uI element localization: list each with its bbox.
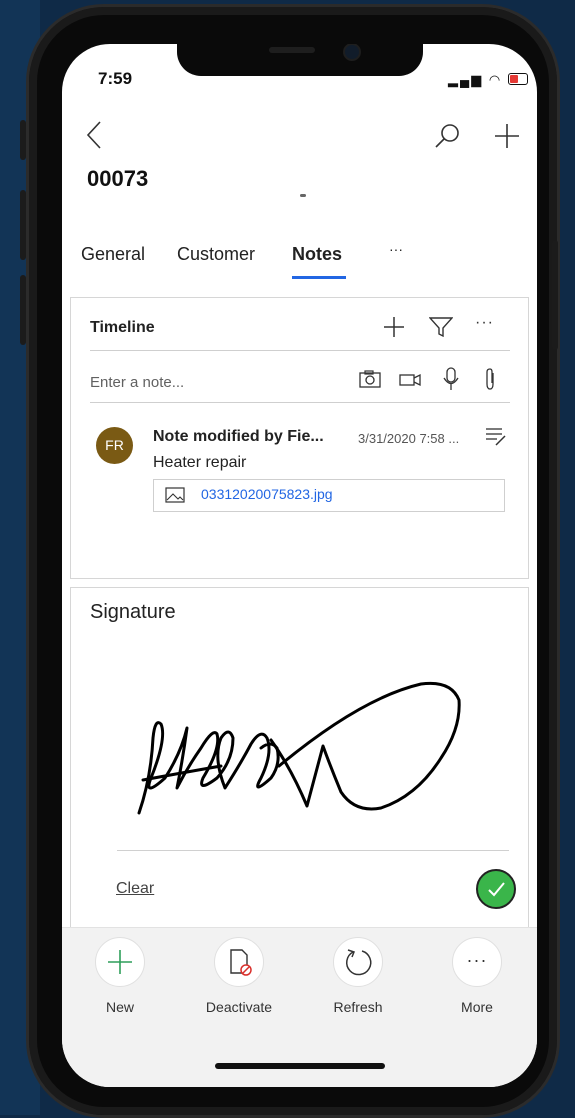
attachment-name: 03312020075823.jpg	[201, 486, 333, 502]
signature-drawing	[137, 681, 461, 815]
deactivate-button[interactable]	[214, 937, 264, 987]
timeline-card: Timeline ··· Enter a note... FR Note mod…	[70, 297, 529, 579]
timeline-add-button[interactable]	[383, 316, 405, 338]
timeline-filter-button[interactable]	[429, 317, 453, 337]
note-body: Heater repair	[153, 454, 247, 471]
battery-icon	[507, 73, 528, 85]
plus-icon	[108, 950, 132, 974]
divider	[90, 350, 510, 351]
plus-icon	[495, 124, 519, 148]
timeline-more-button[interactable]: ···	[475, 314, 494, 332]
phone-volume-up-button	[20, 190, 26, 260]
note-date: 3/31/2020 7:58 ...	[358, 431, 460, 446]
microphone-button[interactable]	[443, 367, 459, 391]
tab-more[interactable]: ···	[389, 241, 403, 257]
note-list-icon	[486, 428, 506, 446]
more-command[interactable]: ··· More	[422, 937, 532, 1015]
new-button[interactable]	[95, 937, 145, 987]
paperclip-icon	[486, 368, 494, 390]
phone-power-button	[552, 240, 558, 350]
search-button[interactable]	[433, 122, 461, 150]
notch	[177, 44, 423, 76]
subtitle-fragment	[300, 194, 306, 197]
attachment-link[interactable]: 03312020075823.jpg	[153, 479, 505, 512]
image-file-icon	[165, 487, 185, 503]
signature-label: Signature	[90, 601, 176, 623]
timeline-title: Timeline	[90, 319, 155, 336]
status-time: 7:59	[98, 69, 133, 88]
tab-notes[interactable]: Notes	[292, 244, 342, 265]
search-icon	[435, 124, 459, 148]
deactivate-label: Deactivate	[205, 999, 273, 1015]
phone-volume-down-button	[20, 275, 26, 345]
app-screen: 7:59 ▂▄▆ ◠ 00073 General Customer Notes …	[62, 44, 537, 1087]
front-camera	[343, 44, 361, 61]
camera-button[interactable]	[359, 370, 381, 388]
deactivate-command[interactable]: Deactivate	[184, 937, 294, 1015]
new-command[interactable]: New	[65, 937, 175, 1015]
new-label: New	[105, 999, 134, 1015]
wifi-icon: ◠	[488, 72, 503, 87]
signature-baseline	[117, 850, 509, 851]
status-icons: ▂▄▆ ◠	[448, 72, 528, 88]
refresh-command[interactable]: Refresh	[303, 937, 413, 1015]
home-indicator[interactable]	[215, 1063, 385, 1069]
microphone-icon	[443, 367, 459, 390]
ellipsis-icon: ···	[466, 950, 488, 970]
speaker	[269, 47, 315, 53]
signal-icon: ▂▄▆	[448, 72, 484, 87]
refresh-button[interactable]	[333, 937, 383, 987]
tab-active-indicator	[292, 276, 346, 279]
record-title: 00073	[87, 166, 149, 191]
camera-icon	[359, 370, 381, 388]
clear-signature-link[interactable]: Clear	[116, 880, 154, 898]
video-button[interactable]	[399, 373, 421, 387]
more-button[interactable]: ···	[452, 937, 502, 987]
confirm-signature-button[interactable]	[476, 869, 516, 909]
add-button[interactable]	[494, 122, 520, 150]
phone-side-button	[20, 120, 26, 160]
chevron-left-icon	[86, 121, 101, 149]
note-input[interactable]: Enter a note...	[90, 374, 184, 391]
tab-general[interactable]: General	[81, 244, 145, 265]
deactivate-icon	[230, 949, 252, 976]
note-title[interactable]: Note modified by Fie...	[153, 428, 324, 446]
attach-button[interactable]	[484, 367, 496, 391]
tab-customer[interactable]: Customer	[177, 244, 255, 265]
signature-pad[interactable]	[121, 628, 481, 838]
avatar: FR	[96, 427, 133, 464]
divider	[90, 402, 510, 403]
refresh-icon	[346, 949, 372, 976]
note-detail-button[interactable]	[485, 427, 507, 447]
checkmark-icon	[488, 882, 505, 897]
video-icon	[399, 373, 421, 387]
refresh-label: Refresh	[333, 999, 383, 1015]
more-label: More	[461, 999, 493, 1015]
filter-icon	[429, 317, 453, 337]
plus-icon	[384, 317, 404, 337]
back-button[interactable]	[84, 118, 104, 152]
